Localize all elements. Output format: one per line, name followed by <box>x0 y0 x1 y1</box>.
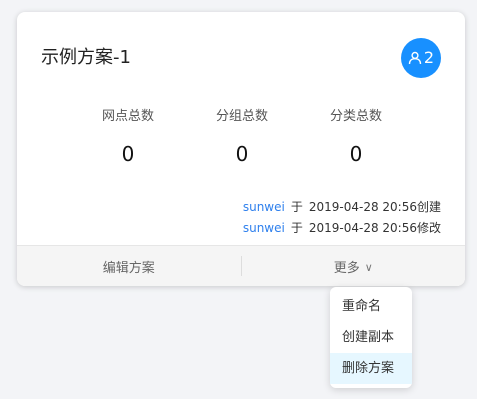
chevron-down-icon: ∨ <box>364 260 373 274</box>
stat-value: 0 <box>235 142 249 166</box>
member-badge[interactable]: 2 <box>401 38 441 78</box>
created-log: sunwei 于 2019-04-28 20:56创建 <box>81 198 441 216</box>
plan-title: 示例方案-1 <box>41 47 131 68</box>
more-button[interactable]: 更多 ∨ <box>242 246 466 286</box>
log-text: 2019-04-28 20:56创建 <box>308 200 441 214</box>
log-user[interactable]: sunwei <box>243 200 285 214</box>
card-footer: 编辑方案 更多 ∨ <box>17 245 465 286</box>
menu-item-rename[interactable]: 重命名 <box>330 291 412 322</box>
stat-label: 分组总数 <box>215 109 268 124</box>
stat-categories: 分类总数 0 <box>306 108 406 166</box>
log-text: 2019-04-28 20:56修改 <box>308 221 441 235</box>
stat-value: 0 <box>121 142 135 166</box>
menu-item-duplicate[interactable]: 创建副本 <box>330 322 412 353</box>
log-user[interactable]: sunwei <box>243 221 285 235</box>
log-separator: 于 <box>290 200 303 214</box>
edit-plan-button[interactable]: 编辑方案 <box>17 246 241 286</box>
more-dropdown-menu: 重命名 创建副本 删除方案 <box>330 287 412 388</box>
log-separator: 于 <box>290 221 303 235</box>
menu-item-delete[interactable]: 删除方案 <box>330 353 412 384</box>
stat-groups: 分组总数 0 <box>192 108 292 166</box>
stats-row: 网点总数 0 分组总数 0 分类总数 0 <box>17 108 465 168</box>
stat-label: 网点总数 <box>101 109 154 124</box>
modified-log: sunwei 于 2019-04-28 20:56修改 <box>81 219 441 237</box>
user-icon <box>408 51 422 65</box>
more-label: 更多 <box>333 260 360 276</box>
stat-value: 0 <box>349 142 363 166</box>
stat-outlets: 网点总数 0 <box>78 108 178 166</box>
plan-card: 示例方案-1 2 网点总数 0 分组总数 0 分类总数 0 sunwei 于 201… <box>17 12 465 286</box>
stat-label: 分类总数 <box>329 109 382 124</box>
edit-plan-label: 编辑方案 <box>102 260 155 276</box>
member-count: 2 <box>423 48 435 67</box>
